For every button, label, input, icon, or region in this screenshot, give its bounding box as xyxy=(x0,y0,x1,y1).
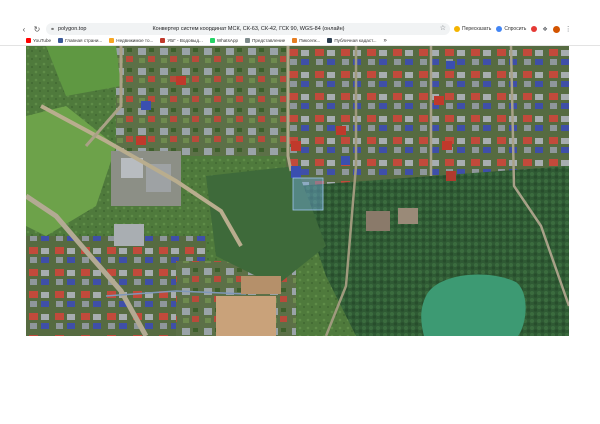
bookmark-icon xyxy=(58,38,64,43)
bookmark-label: Главная страни... xyxy=(65,38,103,43)
bookmark-label: Пикселк... xyxy=(299,38,321,43)
ask-icon xyxy=(496,26,503,32)
bookmark-ubg[interactable]: УБГ - Водовыд... xyxy=(160,38,203,43)
extension-puzzle-icon[interactable]: ❖ xyxy=(542,26,547,33)
bookmark-whatsapp[interactable]: WhatsApp xyxy=(209,38,239,43)
bookmark-realty[interactable]: Недвижимое то... xyxy=(109,38,153,43)
bookmark-youtube[interactable]: YouTube xyxy=(26,38,51,43)
bookmark-label: Представление xyxy=(252,38,286,43)
satellite-map[interactable] xyxy=(26,46,569,336)
address-bar[interactable]: ⚭ polygon.top Конвертер систем координат… xyxy=(46,23,450,35)
bookmark-cadastral-map[interactable]: Публичная кадаст... xyxy=(327,38,377,43)
star-icon[interactable]: ☆ xyxy=(440,24,446,32)
bookmark-pixel[interactable]: Пикселк... xyxy=(292,38,320,43)
site-info-icon[interactable]: ⚭ xyxy=(50,26,58,33)
yandex-icon[interactable] xyxy=(531,26,538,32)
bookmark-label: WhatsApp xyxy=(216,38,239,43)
page-title: Конвертер систем координат МСК, СК-63, С… xyxy=(152,26,345,32)
retell-icon xyxy=(454,26,460,32)
profile-avatar-icon[interactable] xyxy=(552,25,560,33)
bookmark-label: Недвижимое то... xyxy=(116,38,154,43)
bookmarks-bar: YouTube Главная страни... Недвижимое то.… xyxy=(0,36,600,46)
youtube-icon xyxy=(26,38,31,43)
bookmark-presentation[interactable]: Представление xyxy=(245,38,285,43)
menu-icon[interactable]: ⋮ xyxy=(565,25,572,33)
extension-retell-button[interactable]: Пересказать xyxy=(454,26,491,32)
bookmark-icon xyxy=(245,38,251,43)
url-text: polygon.top xyxy=(58,26,87,32)
bookmark-main-page[interactable]: Главная страни... xyxy=(58,38,102,43)
extension-ask-button[interactable]: Спросить xyxy=(496,26,526,32)
bookmark-label: Публичная кадаст... xyxy=(334,38,377,43)
bookmarks-overflow-icon[interactable]: » xyxy=(384,38,387,44)
browser-window: ‹ ↻ ⚭ polygon.top Конвертер систем коорд… xyxy=(0,22,600,336)
bookmark-label: YouTube xyxy=(33,38,52,43)
reload-icon[interactable]: ↻ xyxy=(31,22,43,36)
arrow-left-icon[interactable]: ‹ xyxy=(18,22,30,36)
bookmark-icon xyxy=(109,38,115,43)
bookmark-icon xyxy=(160,38,166,43)
whatsapp-icon xyxy=(209,38,215,43)
extension-label: Спросить xyxy=(504,26,527,32)
extensions-area: Пересказать Спросить ❖ ⋮ xyxy=(454,23,572,35)
bookmark-label: УБГ - Водовыд... xyxy=(167,38,203,43)
extension-label: Пересказать xyxy=(462,26,492,32)
bookmark-icon xyxy=(292,38,298,43)
bookmark-icon xyxy=(327,38,333,43)
address-toolbar: ‹ ↻ ⚭ polygon.top Конвертер систем коорд… xyxy=(0,22,600,36)
